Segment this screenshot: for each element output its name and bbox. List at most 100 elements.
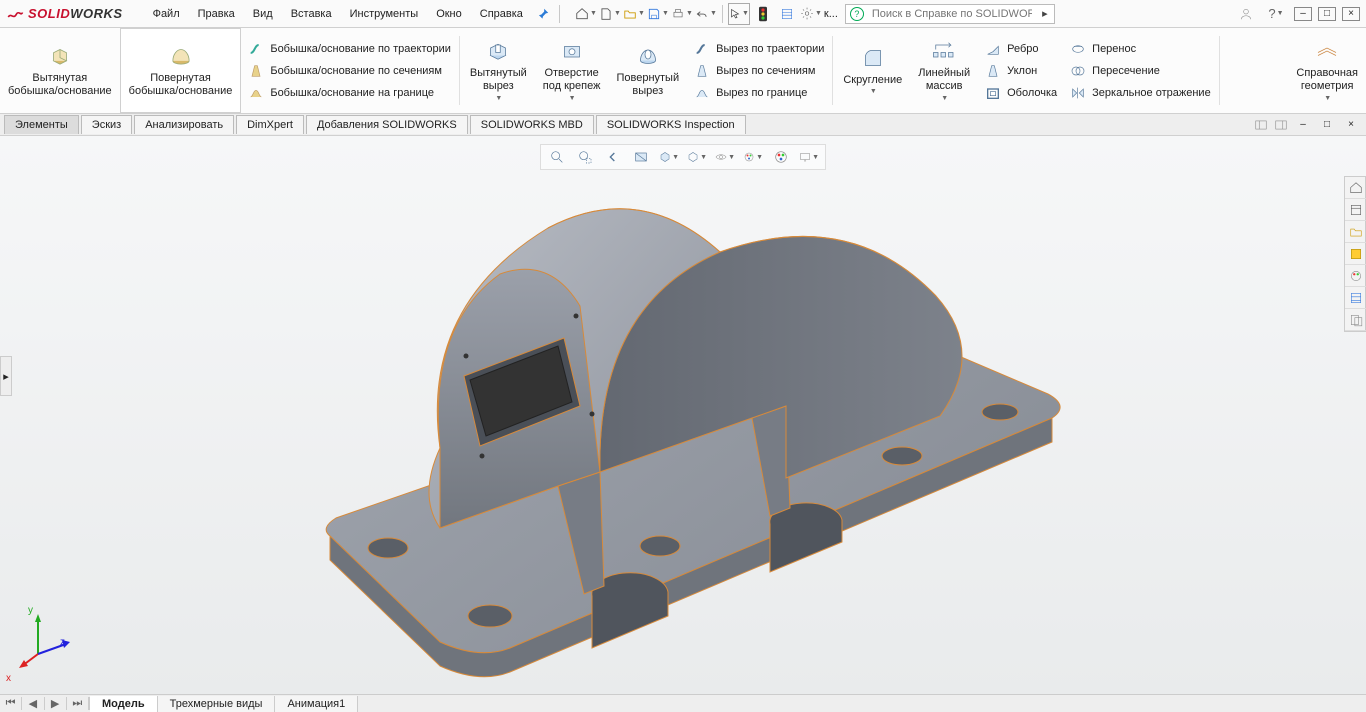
tab-first-icon[interactable]: ⏮ — [0, 697, 22, 710]
tab-next-icon[interactable]: ▶ — [45, 697, 67, 710]
close-button[interactable]: × — [1342, 7, 1360, 21]
extruded-boss-icon — [47, 43, 73, 69]
taskpane-file-explorer-icon[interactable] — [1345, 243, 1366, 265]
separator — [722, 5, 723, 23]
tab-inspection[interactable]: SOLIDWORKS Inspection — [596, 115, 746, 134]
search-input[interactable] — [868, 8, 1036, 20]
hole-wizard-button[interactable]: Отверстиепод крепеж▼ — [535, 28, 609, 113]
pin-icon[interactable] — [532, 3, 554, 25]
menu-view[interactable]: Вид — [245, 4, 281, 24]
orientation-triad[interactable] — [18, 610, 78, 670]
new-icon[interactable]: ▼ — [599, 3, 621, 25]
task-pane — [1344, 176, 1366, 332]
bottom-tab-bar: ⏮ ◀ ▶ ⏭ Модель Трехмерные виды Анимация1 — [0, 694, 1366, 712]
feature-tree-flyout-handle[interactable]: ▸ — [0, 356, 12, 396]
settings-icon[interactable]: ▼ — [800, 3, 822, 25]
taskpane-view-palette-icon[interactable] — [1345, 265, 1366, 287]
revolved-cut-button[interactable]: Повернутыйвырез — [608, 28, 687, 113]
options-icon[interactable] — [776, 3, 798, 25]
select-icon[interactable]: ▼ — [728, 3, 750, 25]
extra-dropdown[interactable]: к... — [824, 3, 838, 25]
swept-cut-button[interactable]: Вырез по траектории — [693, 40, 824, 58]
tab-dimxpert[interactable]: DimXpert — [236, 115, 304, 134]
draft-button[interactable]: Уклон — [984, 62, 1057, 80]
user-icon[interactable] — [1235, 3, 1257, 25]
main-menu: Файл Правка Вид Вставка Инструменты Окно… — [145, 4, 531, 24]
help-icon[interactable]: ?▼ — [1265, 3, 1287, 25]
panel-collapse-icon[interactable] — [1274, 118, 1288, 132]
taskpane-resources-icon[interactable] — [1345, 199, 1366, 221]
search-go-icon[interactable]: ▸ — [1036, 7, 1054, 20]
wrap-button[interactable]: Перенос — [1069, 40, 1211, 58]
tab-addins[interactable]: Добавления SOLIDWORKS — [306, 115, 468, 134]
swept-boss-button[interactable]: Бобышка/основание по траектории — [247, 40, 451, 58]
bottom-tab-3d-views[interactable]: Трехмерные виды — [158, 696, 276, 712]
tab-nav: ⏮ ◀ ▶ ⏭ — [0, 697, 90, 710]
bottom-tab-animation[interactable]: Анимация1 — [275, 696, 358, 712]
save-icon[interactable]: ▼ — [647, 3, 669, 25]
bottom-tab-model[interactable]: Модель — [90, 696, 158, 712]
reference-geometry-button[interactable]: Справочнаягеометрия▼ — [1288, 28, 1366, 113]
menu-edit[interactable]: Правка — [190, 4, 243, 24]
fillet-button[interactable]: Скругление▼ — [835, 28, 910, 113]
doc-minimize-button[interactable]: – — [1294, 118, 1312, 132]
boundary-cut-button[interactable]: Вырез по границе — [693, 84, 824, 102]
mirror-button[interactable]: Зеркальное отражение — [1069, 84, 1211, 102]
lofted-boss-button[interactable]: Бобышка/основание по сечениям — [247, 62, 451, 80]
taskpane-home-icon[interactable] — [1345, 177, 1366, 199]
triad-z-label: z — [60, 637, 65, 648]
tab-last-icon[interactable]: ⏭ — [67, 697, 89, 710]
tab-sketch[interactable]: Эскиз — [81, 115, 132, 134]
shell-button[interactable]: Оболочка — [984, 84, 1057, 102]
separator — [1219, 36, 1220, 105]
taskpane-custom-props-icon[interactable] — [1345, 309, 1366, 331]
ribbon: Вытянутая бобышка/основание Повернутая б… — [0, 28, 1366, 114]
home-icon[interactable]: ▼ — [575, 3, 597, 25]
intersect-button[interactable]: Пересечение — [1069, 62, 1211, 80]
tab-evaluate[interactable]: Анализировать — [134, 115, 234, 134]
boundary-boss-button[interactable]: Бобышка/основание на границе — [247, 84, 451, 102]
tab-prev-icon[interactable]: ◀ — [22, 697, 44, 710]
menu-file[interactable]: Файл — [145, 4, 188, 24]
open-icon[interactable]: ▼ — [623, 3, 645, 25]
graphics-area[interactable]: ▼ ▼ ▼ ▼ ▼ — [0, 136, 1366, 694]
lofted-boss-icon — [247, 62, 265, 80]
separator — [459, 36, 460, 105]
extruded-boss-button[interactable]: Вытянутая бобышка/основание — [0, 28, 120, 113]
undo-icon[interactable]: ▼ — [695, 3, 717, 25]
doc-maximize-button[interactable]: □ — [1318, 118, 1336, 132]
taskpane-design-library-icon[interactable] — [1345, 221, 1366, 243]
menubar: SOLIDWORKS Файл Правка Вид Вставка Инстр… — [0, 0, 1366, 28]
shell-icon — [984, 84, 1002, 102]
titlebar-right: ?▼ – □ × — [1234, 3, 1366, 25]
app-logo: SOLIDWORKS — [0, 5, 133, 23]
menu-help[interactable]: Справка — [472, 4, 531, 24]
rib-button[interactable]: Ребро — [984, 40, 1057, 58]
traffic-light-icon[interactable] — [752, 3, 774, 25]
separator — [832, 36, 833, 105]
wrap-icon — [1069, 40, 1087, 58]
fillet-icon — [861, 45, 885, 71]
extruded-cut-button[interactable]: Вытянутыйвырез▼ — [462, 28, 535, 113]
minimize-button[interactable]: – — [1294, 7, 1312, 21]
revolved-boss-button[interactable]: Повернутая бобышка/основание — [120, 28, 242, 113]
swept-boss-icon — [247, 40, 265, 58]
triad-y-label: y — [28, 605, 33, 616]
menu-tools[interactable]: Инструменты — [342, 4, 427, 24]
triad-x-label: x — [6, 673, 11, 684]
lofted-cut-button[interactable]: Вырез по сечениям — [693, 62, 824, 80]
revolved-boss-icon — [168, 43, 194, 69]
linear-pattern-button[interactable]: Линейныймассив▼ — [910, 28, 978, 113]
taskpane-appearances-icon[interactable] — [1345, 287, 1366, 309]
menu-insert[interactable]: Вставка — [283, 4, 340, 24]
maximize-button[interactable]: □ — [1318, 7, 1336, 21]
panel-expand-icon[interactable] — [1254, 118, 1268, 132]
feature-group-2: Перенос Пересечение Зеркальное отражение — [1063, 28, 1217, 113]
boundary-boss-icon — [247, 84, 265, 102]
tab-features[interactable]: Элементы — [4, 115, 79, 134]
doc-close-button[interactable]: × — [1342, 118, 1360, 132]
tab-mbd[interactable]: SOLIDWORKS MBD — [470, 115, 594, 134]
help-search: ? ▸ — [845, 4, 1055, 24]
menu-window[interactable]: Окно — [428, 4, 470, 24]
print-icon[interactable]: ▼ — [671, 3, 693, 25]
